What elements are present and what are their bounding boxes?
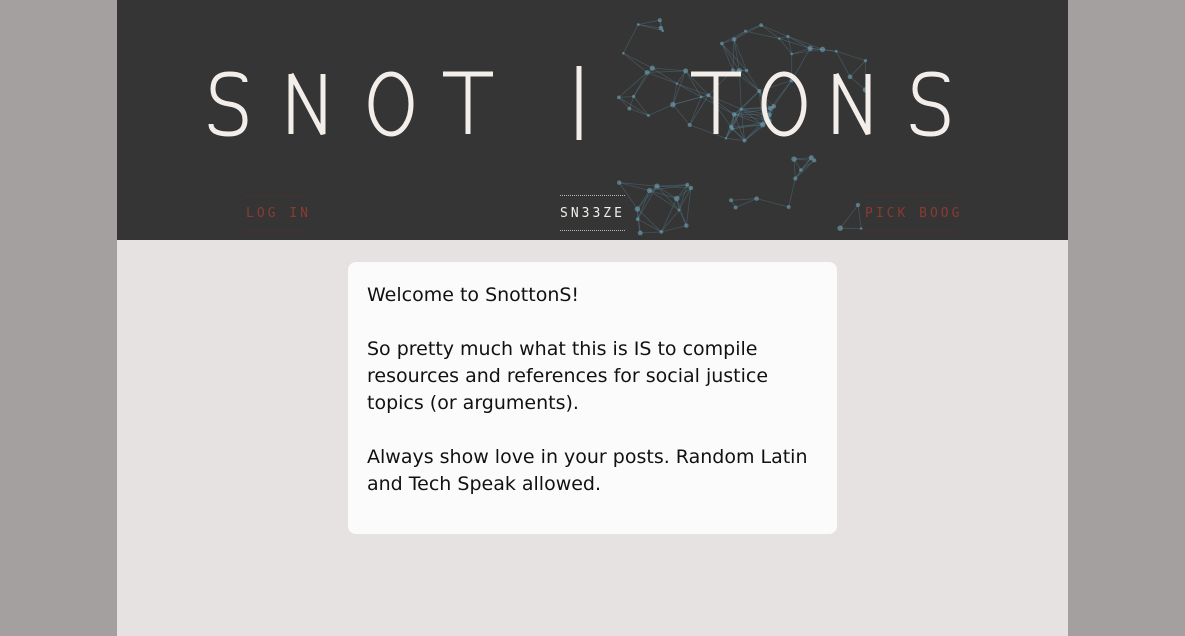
site-header: LOG IN SN33ZE PICK BOOG <box>117 0 1068 240</box>
nav-login-link[interactable]: LOG IN <box>246 195 308 231</box>
welcome-paragraph-rules: Always show love in your posts. Random L… <box>367 446 808 495</box>
page: LOG IN SN33ZE PICK BOOG Welcome to Snott… <box>117 0 1068 636</box>
welcome-card: Welcome to SnottonS! So pretty much what… <box>348 262 837 534</box>
nav-sneeze-link[interactable]: SN33ZE <box>560 195 625 231</box>
welcome-heading: Welcome to SnottonS! <box>367 284 580 306</box>
nav-pick-boog-link[interactable]: PICK BOOG <box>865 195 959 231</box>
site-logo <box>208 66 950 140</box>
welcome-paragraph-intro: So pretty much what this is IS to compil… <box>367 338 769 414</box>
